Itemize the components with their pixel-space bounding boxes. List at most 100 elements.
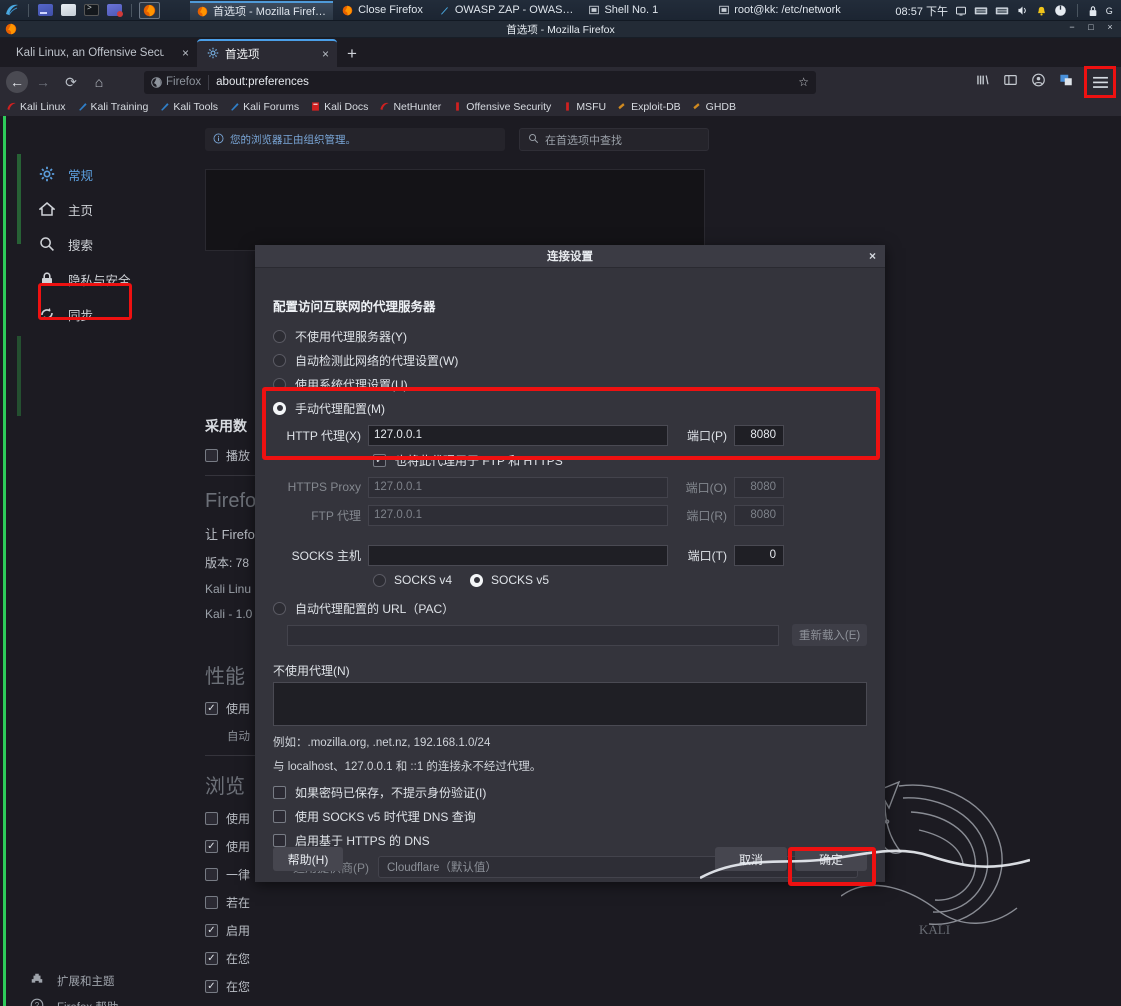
bell-icon[interactable] xyxy=(1036,5,1047,17)
radio-socks-v4[interactable]: SOCKS v4 xyxy=(373,573,452,587)
radio-button[interactable] xyxy=(373,573,386,587)
checkbox[interactable] xyxy=(205,449,218,462)
checkbox[interactable] xyxy=(205,896,218,909)
forward-button[interactable]: → xyxy=(30,70,56,94)
account-icon[interactable] xyxy=(1031,73,1046,92)
pac-url-input[interactable] xyxy=(287,624,780,646)
checkbox[interactable]: ✓ xyxy=(205,952,218,965)
radio-pac-url[interactable]: 自动代理配置的 URL（PAC） xyxy=(273,596,867,620)
radio-socks-v5[interactable]: SOCKS v5 xyxy=(470,573,549,587)
url-bar[interactable]: Firefox about:preferences ☆ xyxy=(144,70,816,94)
radio-button[interactable] xyxy=(273,353,286,367)
checkbox-no-auth-prompt-row[interactable]: 如果密码已保存，不提示身份验证(I) xyxy=(273,780,867,804)
volume-icon[interactable] xyxy=(1016,4,1029,17)
task-button[interactable]: OWASP ZAP - OWAS… xyxy=(432,1,581,20)
sidebar-item-firefox-help[interactable]: ? Firefox 帮助 xyxy=(30,998,200,1006)
keyboard-icon[interactable] xyxy=(995,5,1009,16)
bookmark-kali-training[interactable]: Kali Training xyxy=(77,101,148,113)
checkbox[interactable] xyxy=(205,812,218,825)
tab-kali-linux[interactable]: Kali Linux, an Offensive Secu × xyxy=(6,39,197,67)
reload-pac-button[interactable]: 重新载入(E) xyxy=(792,624,867,646)
search-input[interactable]: 在首选项中查找 xyxy=(519,128,709,151)
bookmark-exploit-db[interactable]: Exploit-DB xyxy=(617,101,681,113)
identity-box[interactable]: Firefox xyxy=(151,76,201,88)
checkbox-proxy-dns-row[interactable]: 使用 SOCKS v5 时代理 DNS 查询 xyxy=(273,804,867,828)
radio-button[interactable] xyxy=(273,329,286,343)
https-proxy-input[interactable]: 127.0.0.1 xyxy=(368,476,668,498)
close-button[interactable]: × xyxy=(1105,22,1115,32)
sidebar-item-extensions-themes[interactable]: 扩展和主题 xyxy=(30,972,200,989)
hamburger-menu-icon[interactable] xyxy=(1084,66,1116,98)
bookmark-msfu[interactable]: MSFU xyxy=(562,101,606,113)
https-port-input[interactable]: 8080 xyxy=(734,476,784,498)
checkbox[interactable]: ✓ xyxy=(205,840,218,853)
home-button[interactable]: ⌂ xyxy=(86,70,112,94)
checkbox[interactable]: ✓ xyxy=(205,924,218,937)
library-icon[interactable] xyxy=(975,73,990,92)
checkbox[interactable]: ✓ xyxy=(205,702,218,715)
close-icon[interactable]: × xyxy=(869,249,876,263)
task-button[interactable]: Shell No. 1 xyxy=(582,1,665,20)
tab-preferences[interactable]: 首选项 × xyxy=(197,39,338,67)
radio-use-system-proxy[interactable]: 使用系统代理设置(U) xyxy=(273,372,867,396)
radio-no-proxy[interactable]: 不使用代理服务器(Y) xyxy=(273,324,867,348)
ftp-proxy-input[interactable]: 127.0.0.1 xyxy=(368,504,668,526)
http-proxy-input[interactable]: 127.0.0.1 xyxy=(368,424,668,446)
reload-button[interactable]: ⟳ xyxy=(58,70,84,94)
checkbox[interactable] xyxy=(273,785,286,799)
close-icon[interactable]: × xyxy=(170,46,189,60)
url-text[interactable]: about:preferences xyxy=(216,76,309,88)
close-icon[interactable]: × xyxy=(310,47,329,61)
checkbox[interactable]: ✓ xyxy=(373,453,386,467)
no-proxy-textarea[interactable] xyxy=(273,682,867,726)
extension-icon[interactable] xyxy=(1059,73,1074,92)
cancel-button[interactable]: 取消 xyxy=(715,847,787,871)
bookmark-kali-docs[interactable]: Kali Docs xyxy=(310,101,368,113)
radio-button[interactable] xyxy=(273,377,286,391)
maximize-button[interactable]: □ xyxy=(1086,22,1096,32)
bookmark-kali-forums[interactable]: Kali Forums xyxy=(229,101,299,113)
launcher-terminal[interactable] xyxy=(82,2,101,19)
lock-icon[interactable] xyxy=(1088,5,1098,17)
keyboard-icon[interactable] xyxy=(974,5,988,16)
minimize-button[interactable]: − xyxy=(1067,22,1077,32)
socks-port-input[interactable]: 0 xyxy=(734,544,784,566)
checkbox[interactable] xyxy=(205,868,218,881)
display-icon[interactable] xyxy=(955,5,967,17)
sidebar-item-home[interactable]: 主页 xyxy=(30,193,190,225)
socks-host-input[interactable] xyxy=(368,544,668,566)
radio-button[interactable] xyxy=(470,573,484,587)
back-button[interactable]: ← xyxy=(6,71,28,93)
kali-dragon-icon[interactable] xyxy=(2,1,21,20)
help-button[interactable]: 帮助(H) xyxy=(273,847,343,871)
new-tab-button[interactable]: + xyxy=(337,44,367,67)
power-icon[interactable] xyxy=(1054,4,1067,17)
task-button[interactable]: 首选项 - Mozilla Firef… xyxy=(190,0,334,20)
sidebar-icon[interactable] xyxy=(1003,73,1018,92)
radio-auto-detect[interactable]: 自动检测此网络的代理设置(W) xyxy=(273,348,867,372)
bookmark-kali-linux[interactable]: Kali Linux xyxy=(6,101,66,113)
share-proxy-checkbox-row[interactable]: ✓ 也将此代理用于 FTP 和 HTTPS xyxy=(273,448,867,472)
task-button[interactable]: Close Firefox xyxy=(335,1,430,20)
ftp-port-input[interactable]: 8080 xyxy=(734,504,784,526)
radio-button[interactable] xyxy=(273,601,286,615)
grid-icon[interactable]: G xyxy=(1105,5,1117,17)
checkbox[interactable]: ✓ xyxy=(205,980,218,993)
bookmark-kali-tools[interactable]: Kali Tools xyxy=(159,101,218,113)
radio-manual-proxy[interactable]: 手动代理配置(M) xyxy=(273,396,867,420)
ok-button[interactable]: 确定 xyxy=(795,847,867,871)
bookmark-ghdb[interactable]: GHDB xyxy=(692,101,736,113)
sidebar-item-search[interactable]: 搜索 xyxy=(30,228,190,260)
bookmark-nethunter[interactable]: NetHunter xyxy=(379,101,441,113)
launcher-app[interactable] xyxy=(105,2,124,19)
task-button[interactable]: root@kk: /etc/network xyxy=(712,1,848,20)
launcher-firefox[interactable] xyxy=(139,1,160,19)
sidebar-item-general[interactable]: 常规 xyxy=(30,158,190,190)
radio-button[interactable] xyxy=(273,401,286,415)
checkbox[interactable] xyxy=(273,809,286,823)
launcher-browser[interactable] xyxy=(36,2,55,19)
http-port-input[interactable]: 8080 xyxy=(734,424,784,446)
clock[interactable]: 08:57 下午 xyxy=(895,3,948,19)
launcher-files[interactable] xyxy=(59,2,78,19)
bookmark-star-icon[interactable]: ☆ xyxy=(798,75,809,89)
